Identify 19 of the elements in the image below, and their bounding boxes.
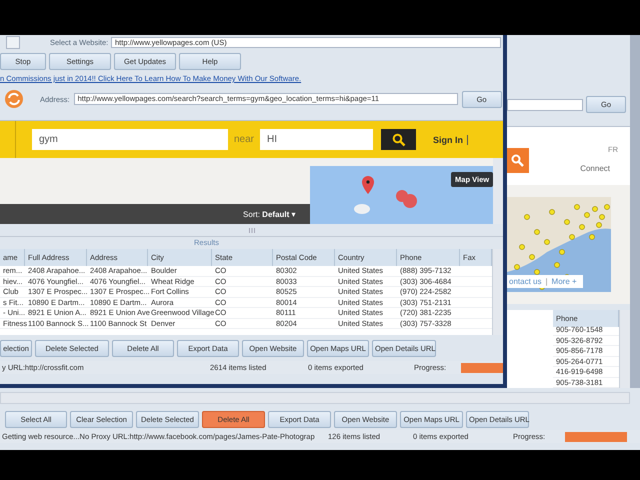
search-icon [511, 154, 525, 168]
location-field[interactable]: HI [260, 129, 374, 150]
sort-dropdown[interactable]: Sort: Default ▾ [243, 210, 296, 218]
grip-icon [248, 228, 254, 232]
search-icon [392, 132, 406, 146]
scrollbar[interactable] [493, 158, 503, 224]
search-field[interactable]: gym [32, 129, 228, 150]
refresh-icon[interactable] [4, 89, 24, 109]
scrollbar[interactable] [492, 249, 503, 335]
search-button[interactable] [381, 129, 416, 150]
scrollbar[interactable] [0, 392, 630, 404]
separator: | [545, 277, 548, 286]
spin-control[interactable] [6, 36, 20, 48]
scrollbar[interactable] [619, 310, 630, 388]
address-field[interactable] [507, 98, 583, 111]
near-label: near [234, 134, 254, 145]
contact-link[interactable]: ontact us [509, 277, 542, 286]
connect-link[interactable]: Connect [580, 164, 610, 174]
sign-in-link[interactable]: Sign In [433, 134, 468, 144]
